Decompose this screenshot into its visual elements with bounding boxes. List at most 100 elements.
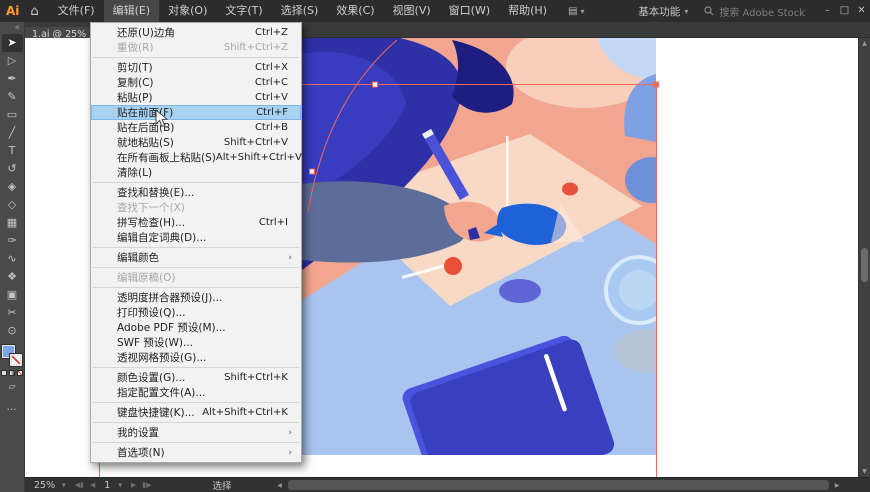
edit-menu-item[interactable]: 查找和替换(E)...: [91, 185, 301, 200]
workspace-switcher[interactable]: 基本功能 ▾: [628, 4, 698, 19]
edit-menu-item[interactable]: 编辑自定词典(D)...: [91, 230, 301, 245]
direct-selection-tool[interactable]: ▷: [2, 52, 23, 70]
color-button[interactable]: [1, 370, 7, 376]
edit-menu-item[interactable]: Adobe PDF 预设(M)...: [91, 320, 301, 335]
minimize-button[interactable]: –: [819, 0, 836, 22]
menu-separator: [93, 57, 299, 58]
zoom-level-value[interactable]: 25%: [25, 480, 60, 491]
menubar-item[interactable]: 文件(F): [49, 0, 104, 22]
menu-item-label: 在所有画板上粘贴(S): [117, 152, 216, 164]
edit-menu-item[interactable]: 贴在前面(F) Ctrl+F: [91, 105, 301, 120]
eraser-tool[interactable]: ◈: [2, 178, 23, 196]
menu-separator: [93, 267, 299, 268]
illustrator-window: Ai ⌂ 文件(F) 编辑(E) 对象(O) 文字(T) 选择(S) 效果(C) 视图(V)…: [0, 0, 870, 492]
vertical-scroll-thumb[interactable]: [861, 248, 868, 282]
blend-tool[interactable]: ❖: [2, 268, 23, 286]
edit-menu-item[interactable]: 我的设置 ›: [91, 425, 301, 440]
maximize-button[interactable]: □: [836, 0, 853, 22]
submenu-arrow-icon: ›: [288, 447, 292, 458]
edit-menu-item[interactable]: 清除(L): [91, 165, 301, 180]
artboard-tool[interactable]: ▣: [2, 286, 23, 304]
menubar: Ai ⌂ 文件(F) 编辑(E) 对象(O) 文字(T) 选择(S) 效果(C) 视图(V)…: [0, 0, 870, 22]
edit-menu-item[interactable]: 剪切(T) Ctrl+X: [91, 60, 301, 75]
edit-menu-item[interactable]: 透视网格预设(G)...: [91, 350, 301, 365]
app-logo-icon[interactable]: Ai: [0, 4, 26, 18]
menubar-item[interactable]: 编辑(E): [103, 0, 160, 22]
previous-artboard-button[interactable]: ◀: [87, 481, 98, 489]
scroll-up-icon[interactable]: ▲: [859, 38, 870, 49]
chevron-down-icon: ▾: [580, 6, 585, 16]
menubar-item[interactable]: 帮助(H): [499, 0, 556, 22]
curvature-tool[interactable]: ✎: [2, 88, 23, 106]
edit-menu-item[interactable]: 键盘快捷键(K)... Alt+Shift+Ctrl+K: [91, 405, 301, 420]
menu-item-shortcut: Ctrl+I: [258, 217, 288, 228]
slice-tool[interactable]: ✂: [2, 304, 23, 322]
edit-menu-item: 重做(R) Shift+Ctrl+Z: [91, 40, 301, 55]
next-artboard-button[interactable]: ▶: [128, 481, 139, 489]
edit-menu-item[interactable]: 贴在后面(B) Ctrl+B: [91, 120, 301, 135]
menu-item-label: Adobe PDF 预设(M)...: [117, 322, 226, 334]
edit-menu-item[interactable]: 打印预设(Q)...: [91, 305, 301, 320]
menu-item-label: 贴在前面(F): [117, 107, 174, 119]
scale-tool[interactable]: ◇: [2, 196, 23, 214]
pen-tool[interactable]: ✒: [2, 70, 23, 88]
artboard-dropdown-icon[interactable]: ▾: [116, 481, 128, 489]
edit-menu-item[interactable]: 粘贴(P) Ctrl+V: [91, 90, 301, 105]
rectangle-tool[interactable]: ▭: [2, 106, 23, 124]
workspace-label: 基本功能: [638, 5, 681, 18]
menubar-item[interactable]: 窗口(W): [440, 0, 499, 22]
rotate-tool[interactable]: ↺: [2, 160, 23, 178]
menubar-item[interactable]: 选择(S): [272, 0, 328, 22]
gradient-button[interactable]: [9, 370, 15, 376]
horizontal-scrollbar[interactable]: ◀ ▶: [274, 478, 858, 492]
edit-menu-item[interactable]: 就地粘贴(S) Shift+Ctrl+V: [91, 135, 301, 150]
horizontal-scroll-thumb[interactable]: [287, 480, 829, 490]
color-mode-buttons: [1, 370, 23, 376]
menubar-item[interactable]: 视图(V): [384, 0, 440, 22]
edit-menu-item[interactable]: 颜色设置(G)... Shift+Ctrl+K: [91, 370, 301, 385]
edit-menu-item[interactable]: 指定配置文件(A)...: [91, 385, 301, 400]
menubar-item[interactable]: 对象(O): [159, 0, 216, 22]
artboard-number-field[interactable]: 1: [98, 480, 116, 491]
edit-menu-item[interactable]: 首选项(N) ›: [91, 445, 301, 460]
edit-menu-item[interactable]: SWF 预设(W)...: [91, 335, 301, 350]
arrange-documents-control[interactable]: ▤ ▾: [568, 6, 584, 17]
edit-menu-item[interactable]: 还原(U)边角 Ctrl+Z: [91, 25, 301, 40]
width-tool[interactable]: ∿: [2, 250, 23, 268]
scroll-left-icon[interactable]: ◀: [274, 478, 286, 492]
current-tool-status: 选择: [212, 481, 232, 492]
scroll-right-icon[interactable]: ▶: [831, 478, 843, 492]
home-icon[interactable]: ⌂: [26, 4, 48, 19]
edit-menu-item[interactable]: 复制(C) Ctrl+C: [91, 75, 301, 90]
menubar-item[interactable]: 效果(C): [327, 0, 383, 22]
collapse-panel-icon[interactable]: «: [0, 23, 24, 34]
tool-list: ➤ ▷ ✒ ✎ ▭ ╱ T ↺ ◈ ◇ ▦ ✑ ∿ ❖ ▣ ✂ ⊙: [1, 34, 23, 340]
type-tool[interactable]: T: [2, 142, 23, 160]
drawing-mode-button[interactable]: ▱: [9, 382, 16, 392]
last-artboard-button[interactable]: ▮▶: [139, 481, 154, 489]
line-segment-tool[interactable]: ╱: [2, 124, 23, 142]
scroll-down-icon[interactable]: ▼: [859, 466, 870, 477]
edit-menu-item[interactable]: 透明度拼合器预设(J)...: [91, 290, 301, 305]
vertical-scrollbar[interactable]: ▲ ▼: [858, 38, 870, 477]
stroke-color-swatch[interactable]: [10, 354, 22, 366]
menubar-item[interactable]: 文字(T): [216, 0, 271, 22]
first-artboard-button[interactable]: ◀▮: [72, 481, 87, 489]
more-tools-button[interactable]: …: [7, 402, 18, 413]
close-button[interactable]: ✕: [853, 0, 870, 22]
zoom-dropdown-icon[interactable]: ▾: [60, 481, 72, 489]
menu-item-label: 重做(R): [117, 42, 154, 54]
eyedropper-tool[interactable]: ✑: [2, 232, 23, 250]
zoom-tool[interactable]: ⊙: [2, 322, 23, 340]
edit-menu-item[interactable]: 编辑颜色 ›: [91, 250, 301, 265]
mouse-cursor: [155, 109, 168, 128]
stock-search-input[interactable]: 搜索 Adobe Stock: [698, 4, 819, 19]
menu-item-label: 剪切(T): [117, 62, 153, 74]
edit-menu-item[interactable]: 在所有画板上粘贴(S) Alt+Shift+Ctrl+V: [91, 150, 302, 165]
gradient-tool[interactable]: ▦: [2, 214, 23, 232]
menu-item-label: 粘贴(P): [117, 92, 153, 104]
placed-artwork-image[interactable]: [302, 38, 656, 455]
none-button[interactable]: [17, 370, 23, 376]
selection-tool[interactable]: ➤: [1, 34, 23, 52]
edit-menu-item[interactable]: 拼写检查(H)... Ctrl+I: [91, 215, 301, 230]
